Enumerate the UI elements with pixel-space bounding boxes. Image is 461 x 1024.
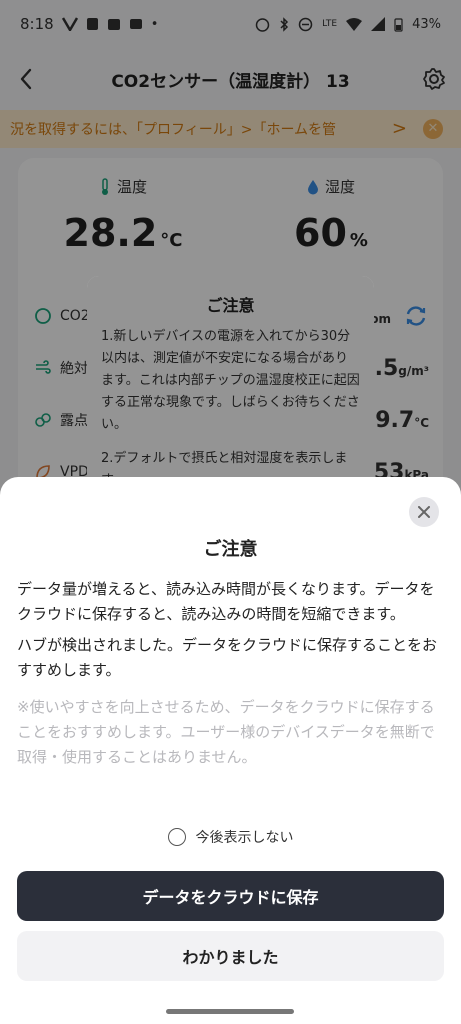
- dont-show-again-label: 今後表示しない: [195, 830, 294, 846]
- cloud-save-sheet: ご注意 データ量が増えると、読み込み時間が長くなります。データをクラウドに保存す…: [0, 477, 461, 1024]
- save-to-cloud-button[interactable]: データをクラウドに保存: [17, 871, 444, 921]
- sheet-paragraph-1: データ量が増えると、読み込み時間が長くなります。データをクラウドに保存すると、読…: [17, 580, 435, 623]
- dont-show-again-radio[interactable]: [167, 828, 186, 846]
- close-icon: [418, 506, 430, 518]
- sheet-close-button[interactable]: [409, 497, 439, 527]
- device-notice-dim: [87, 276, 374, 506]
- home-indicator[interactable]: [166, 1009, 294, 1014]
- dont-show-again-option[interactable]: 今後表示しない: [0, 827, 461, 847]
- sheet-body: データ量が増えると、読み込み時間が長くなります。データをクラウドに保存すると、読…: [17, 577, 445, 776]
- sheet-paragraph-2: ハブが検出されました。データをクラウドに保存することをおすすめします。: [17, 636, 438, 679]
- sheet-note: ※使いやすさを向上させるため、データをクラウドに保存することをおすすめします。ユ…: [17, 698, 435, 766]
- sheet-title: ご注意: [203, 539, 258, 560]
- got-it-button[interactable]: わかりました: [17, 931, 444, 981]
